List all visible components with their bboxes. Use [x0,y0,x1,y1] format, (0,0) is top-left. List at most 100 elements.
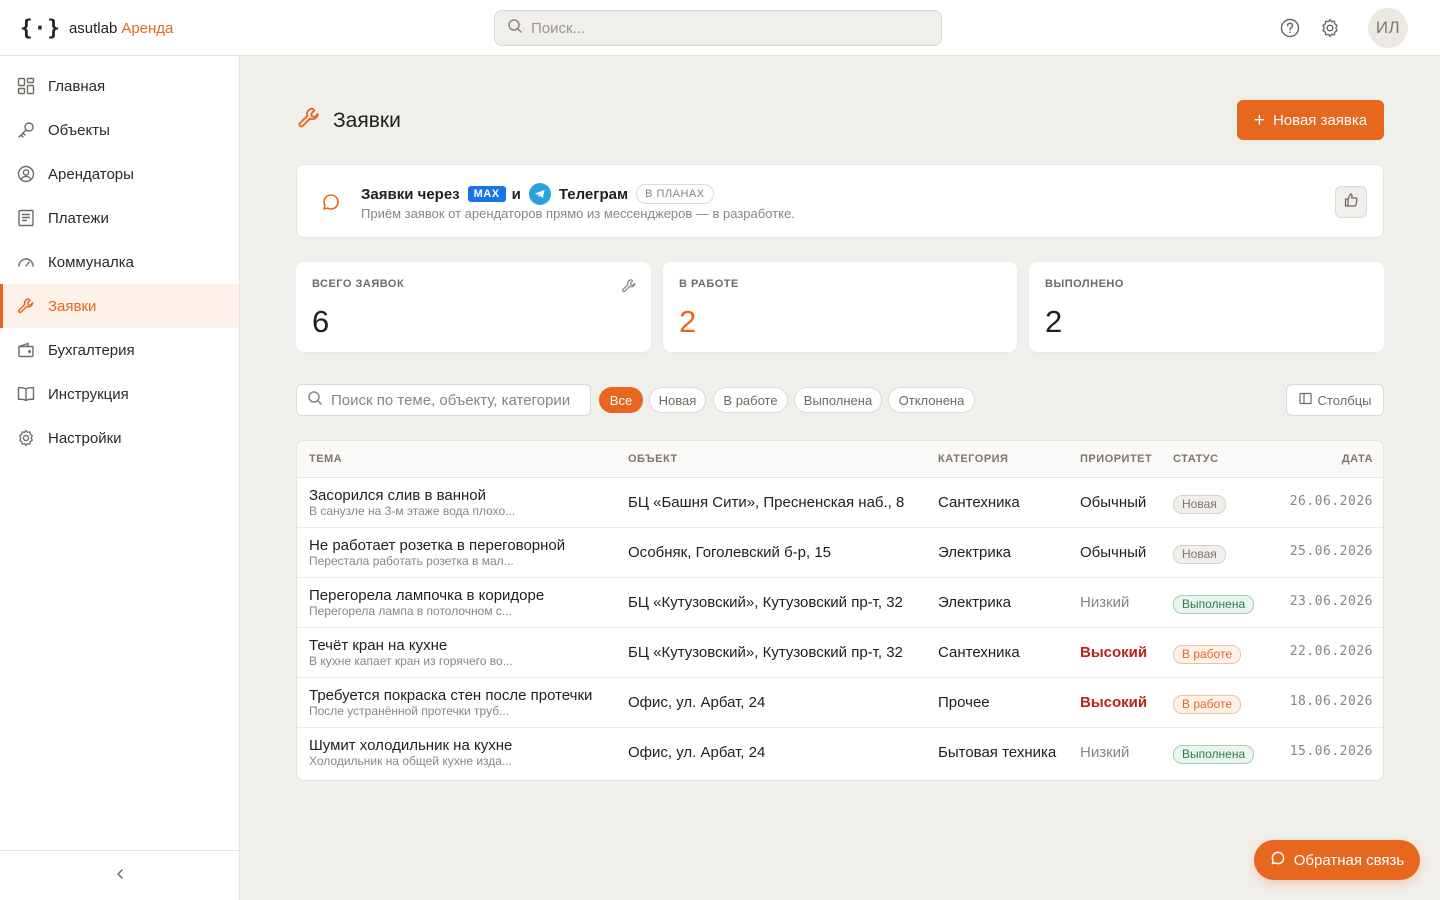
row-date: 22.06.2026 [1289,644,1373,659]
sidebar-item-accounting[interactable]: Бухгалтерия [0,328,239,372]
stat-label: ВЫПОЛНЕНО [1045,278,1124,290]
stat-total: ВСЕГО ЗАЯВОК 6 [296,262,651,352]
search-input[interactable] [531,19,911,37]
column-header-category[interactable]: КАТЕГОРИЯ [938,453,1008,465]
banner-telegram: Телеграм [558,185,629,203]
gear-icon [16,428,36,448]
table-row[interactable]: Перегорела лампочка в коридоре Перегорел… [297,578,1383,628]
max-badge: MAX [467,186,506,202]
sidebar-item-payments[interactable]: Платежи [0,196,239,240]
sidebar-item-label: Заявки [48,297,97,315]
book-icon [16,384,36,404]
banner-conj: и [511,185,521,203]
logo-mark: {·} [20,16,61,40]
row-object: БЦ «Башня Сити», Пресненская наб., 8 [628,494,905,511]
status-badge: Новая [1173,545,1226,564]
requests-table: ТЕМА ОБЪЕКТ КАТЕГОРИЯ ПРИОРИТЕТ СТАТУС Д… [296,440,1384,781]
row-priority: Обычный [1080,544,1147,561]
column-header-status[interactable]: СТАТУС [1173,453,1219,465]
wrench-icon [297,106,321,135]
sidebar: Главная Объекты Арендаторы Платежи Комму… [0,56,240,900]
sidebar-item-label: Арендаторы [48,165,134,183]
row-description: В кухне капает кран из горячего во... [309,654,513,668]
banner-prefix: Заявки через [361,185,460,203]
sidebar-item-requests[interactable]: Заявки [0,284,239,328]
table-row[interactable]: Требуется покраска стен после протечки П… [297,678,1383,728]
banner-title: Заявки через MAX и Телеграм В ПЛАНАХ [361,183,714,205]
sidebar-item-home[interactable]: Главная [0,64,239,108]
row-category: Электрика [938,544,1011,561]
dashboard-icon [16,76,36,96]
table-header: ТЕМА ОБЪЕКТ КАТЕГОРИЯ ПРИОРИТЕТ СТАТУС Д… [297,441,1383,478]
columns-button[interactable]: Столбцы [1286,384,1384,416]
stat-value: 2 [679,304,697,339]
page-title: Заявки [333,108,401,132]
filter-chip-done[interactable]: Выполнена [794,387,882,413]
column-header-date[interactable]: ДАТА [1342,453,1373,465]
chevron-left-icon [114,867,126,885]
chat-bubble-icon [1270,850,1286,870]
row-title: Перегорела лампочка в коридоре [309,587,545,604]
wallet-icon [16,340,36,360]
status-badge: В ПЛАНАХ [636,184,714,204]
search-icon [307,390,323,411]
chat-bubble-icon [321,192,341,217]
feedback-button[interactable]: Обратная связь [1254,840,1420,880]
search-icon [507,18,523,39]
columns-label: Столбцы [1317,392,1372,408]
row-object: Офис, ул. Арбат, 24 [628,744,766,761]
table-row[interactable]: Не работает розетка в переговорной Перес… [297,528,1383,578]
help-icon[interactable] [1278,16,1302,40]
top-bar: {·} asutlab Аренда ИЛ [0,0,1440,56]
column-header-priority[interactable]: ПРИОРИТЕТ [1080,453,1152,465]
logo[interactable]: {·} asutlab Аренда [20,14,173,42]
row-priority: Высокий [1080,644,1148,661]
requests-search-input[interactable] [331,391,571,409]
row-date: 25.06.2026 [1289,544,1373,559]
filter-chip-new[interactable]: Новая [649,387,706,413]
row-object: БЦ «Кутузовский», Кутузовский пр-т, 32 [628,594,903,611]
sidebar-item-label: Настройки [48,429,122,447]
new-request-button[interactable]: + Новая заявка [1237,100,1384,140]
row-title: Требуется покраска стен после протечки [309,687,593,704]
collapse-sidebar-button[interactable] [0,850,239,900]
status-badge: В работе [1173,695,1242,714]
filter-chip-all[interactable]: Все [599,387,643,413]
filter-chip-rejected[interactable]: Отклонена [888,387,975,413]
table-row[interactable]: Засорился слив в ванной В санузле на 3-м… [297,478,1383,528]
status-badge: В работе [1173,645,1242,664]
table-row[interactable]: Течёт кран на кухне В кухне капает кран … [297,628,1383,678]
row-priority: Высокий [1080,694,1148,711]
row-description: После устранённой протечки труб... [309,704,510,718]
column-header-topic[interactable]: ТЕМА [309,453,342,465]
sidebar-item-objects[interactable]: Объекты [0,108,239,152]
filter-chip-in-progress[interactable]: В работе [713,387,788,413]
row-description: Перестала работать розетка в мал... [309,554,514,568]
status-badge: Новая [1173,495,1226,514]
sidebar-item-utilities[interactable]: Коммуналка [0,240,239,284]
row-description: Холодильник на общей кухне изда... [309,754,512,768]
status-badge: Выполнена [1173,595,1255,614]
logo-accent: Аренда [121,19,174,37]
stat-label: В РАБОТЕ [679,278,739,290]
row-date: 18.06.2026 [1289,694,1373,709]
thumbs-up-icon [1343,192,1359,213]
settings-gear-icon[interactable] [1318,16,1342,40]
requests-search[interactable] [296,384,591,416]
table-row[interactable]: Шумит холодильник на кухне Холодильник н… [297,728,1383,778]
sidebar-item-label: Объекты [48,121,110,139]
like-button[interactable] [1335,186,1367,218]
row-date: 26.06.2026 [1289,494,1373,509]
global-search[interactable] [494,10,942,46]
sidebar-item-settings[interactable]: Настройки [0,416,239,460]
avatar[interactable]: ИЛ [1368,8,1408,48]
sidebar-item-guide[interactable]: Инструкция [0,372,239,416]
columns-icon [1298,392,1312,408]
gauge-icon [16,252,36,272]
status-badge: Выполнена [1173,745,1255,764]
column-header-object[interactable]: ОБЪЕКТ [628,453,678,465]
row-category: Прочее [938,694,990,711]
row-object: БЦ «Кутузовский», Кутузовский пр-т, 32 [628,644,903,661]
stat-done: ВЫПОЛНЕНО 2 [1029,262,1384,352]
sidebar-item-tenants[interactable]: Арендаторы [0,152,239,196]
